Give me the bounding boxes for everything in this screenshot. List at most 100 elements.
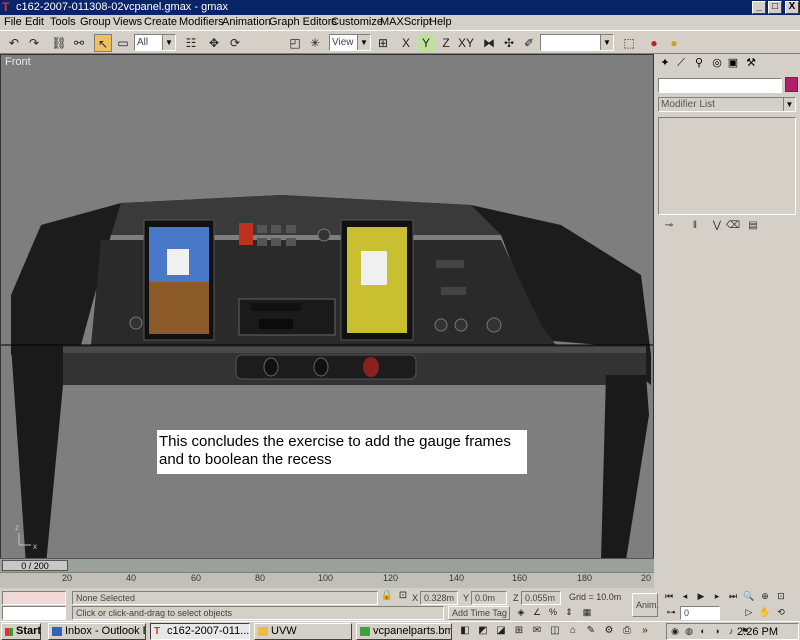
object-name-field[interactable] [658,78,782,93]
named-selection-icon[interactable]: ▦ [580,605,594,619]
group-icon[interactable]: ⬚ [620,34,638,52]
time-slider[interactable]: 0 / 200 [0,558,654,572]
track-bar[interactable]: 20 40 60 80 100 120 140 160 180 20 [0,572,654,588]
quicklaunch-icon[interactable]: » [638,622,652,639]
utilities-tab-icon[interactable]: ⚒ [744,56,758,70]
unlink-icon[interactable]: ⚯ [70,34,88,52]
quicklaunch-icon[interactable]: ◪ [494,622,508,639]
maxscript-output-mini[interactable] [2,606,66,620]
select-and-link-icon[interactable]: ⛓ [50,34,68,52]
front-viewport[interactable]: Front z x This concludes the exercise to… [0,54,654,574]
reference-coordinate-dropdown[interactable]: View ▼ [329,34,371,51]
tray-icon[interactable]: ◑ [711,624,723,639]
menu-animation[interactable]: Animation [222,16,271,29]
modify-tab-icon[interactable]: ⟋ [674,56,688,70]
current-frame-field[interactable]: 0 [680,606,720,620]
key-mode-icon[interactable]: ⊶ [664,605,678,619]
menu-edit[interactable]: Edit [25,16,44,29]
quicklaunch-icon[interactable]: ✉ [530,622,544,639]
display-tab-icon[interactable]: ▣ [726,56,740,70]
hierarchy-tab-icon[interactable]: ⚲ [692,56,706,70]
taskbar-item-gmax[interactable]: Tc162-2007-011... [150,623,250,640]
axis-y-icon[interactable]: Y [417,34,435,52]
axis-x-icon[interactable]: X [397,34,415,52]
menu-maxscript[interactable]: MAXScript [380,16,432,29]
zoom-all-icon[interactable]: ⊕ [758,589,772,603]
redo-icon[interactable]: ↷ [25,34,43,52]
select-by-name-icon[interactable]: ☷ [182,34,200,52]
spinner-snap-icon[interactable]: ⇕ [562,605,576,619]
region-select-icon[interactable]: ▭ [114,34,132,52]
go-to-end-icon[interactable]: ⏭ [726,589,740,603]
pivot-icon[interactable]: ✳ [306,34,324,52]
selection-filter-dropdown[interactable]: All ▼ [134,34,176,51]
undo-icon[interactable]: ↶ [5,34,23,52]
lock-selection-icon[interactable]: 🔒 [380,589,394,603]
modifier-list-dropdown[interactable]: Modifier List ▼ [658,97,796,112]
transform-center-icon[interactable]: ⊞ [374,34,392,52]
maximize-button[interactable]: □ [768,1,782,14]
absolute-mode-icon[interactable]: ⊡ [396,589,410,603]
previous-frame-icon[interactable]: ◂ [678,589,692,603]
y-coordinate-field[interactable]: 0.0m [471,591,507,605]
maxscript-listener-mini[interactable] [2,591,66,605]
start-button[interactable]: Start [1,623,41,640]
tray-icon[interactable]: ◍ [683,624,695,639]
select-object-icon[interactable]: ↖ [94,34,112,52]
object-color-swatch[interactable] [785,77,798,92]
go-to-start-icon[interactable]: ⏮ [662,589,676,603]
menu-views[interactable]: Views [113,16,142,29]
tray-icon[interactable]: ◉ [669,624,681,639]
x-coordinate-field[interactable]: 0.328m [420,591,458,605]
quicklaunch-icon[interactable]: ⊞ [512,622,526,639]
tray-icon[interactable]: ◐ [697,624,709,639]
menu-group[interactable]: Group [80,16,111,29]
quicklaunch-icon[interactable]: ⌂ [566,622,580,639]
menu-tools[interactable]: Tools [50,16,76,29]
taskbar-item-uvw[interactable]: UVW [254,623,352,640]
quicklaunch-icon[interactable]: ◧ [458,622,472,639]
quicklaunch-icon[interactable]: ✎ [584,622,598,639]
material-editor-icon[interactable]: ● [645,34,663,52]
menu-help[interactable]: Help [429,16,452,29]
render-icon[interactable]: ● [665,34,683,52]
mirror-icon[interactable]: ⧓ [480,34,498,52]
configure-sets-icon[interactable]: ▤ [746,220,760,231]
motion-tab-icon[interactable]: ◎ [710,56,724,70]
play-icon[interactable]: ▶ [694,589,708,603]
menu-modifiers[interactable]: Modifiers [179,16,224,29]
taskbar-item-paint[interactable]: vcpanelparts.bmp ... [356,623,452,640]
show-end-result-icon[interactable]: ‖ [688,220,702,231]
zoom-extents-icon[interactable]: ⊡ [774,589,788,603]
axis-z-icon[interactable]: Z [437,34,455,52]
close-button[interactable]: X [785,1,799,14]
snap-toggle-icon[interactable]: ◈ [514,605,528,619]
axis-xy-icon[interactable]: XY [457,34,475,52]
quicklaunch-icon[interactable]: ◩ [476,622,490,639]
rotate-icon[interactable]: ⟳ [226,34,244,52]
modifier-stack[interactable] [658,117,796,215]
named-selection-dropdown[interactable]: ▼ [540,34,614,51]
menu-customize[interactable]: Customize [331,16,383,29]
quicklaunch-icon[interactable]: ⎙ [620,622,634,639]
minimize-button[interactable]: _ [752,1,766,14]
next-frame-icon[interactable]: ▸ [710,589,724,603]
quicklaunch-icon[interactable]: ◫ [548,622,562,639]
make-unique-icon[interactable]: ⋁ [710,220,724,231]
tray-icon[interactable]: ♪ [725,624,737,639]
align-icon[interactable]: ✣ [500,34,518,52]
snap-icon[interactable]: ✐ [520,34,538,52]
menu-create[interactable]: Create [144,16,177,29]
zoom-icon[interactable]: 🔍 [742,589,756,603]
angle-snap-icon[interactable]: ∠ [530,605,544,619]
pin-stack-icon[interactable]: ⊸ [662,220,676,231]
percent-snap-icon[interactable]: % [546,605,560,619]
menu-graph-editors[interactable]: Graph Editors [269,16,337,29]
animate-button[interactable]: Anim. [632,593,659,617]
quicklaunch-icon[interactable]: ⚙ [602,622,616,639]
field-of-view-icon[interactable]: ▷ [742,605,756,619]
menu-file[interactable]: File [4,16,22,29]
taskbar-item-outlook[interactable]: Inbox - Outlook E... [48,623,146,640]
create-tab-icon[interactable]: ✦ [658,56,672,70]
scale-icon[interactable]: ◰ [286,34,304,52]
